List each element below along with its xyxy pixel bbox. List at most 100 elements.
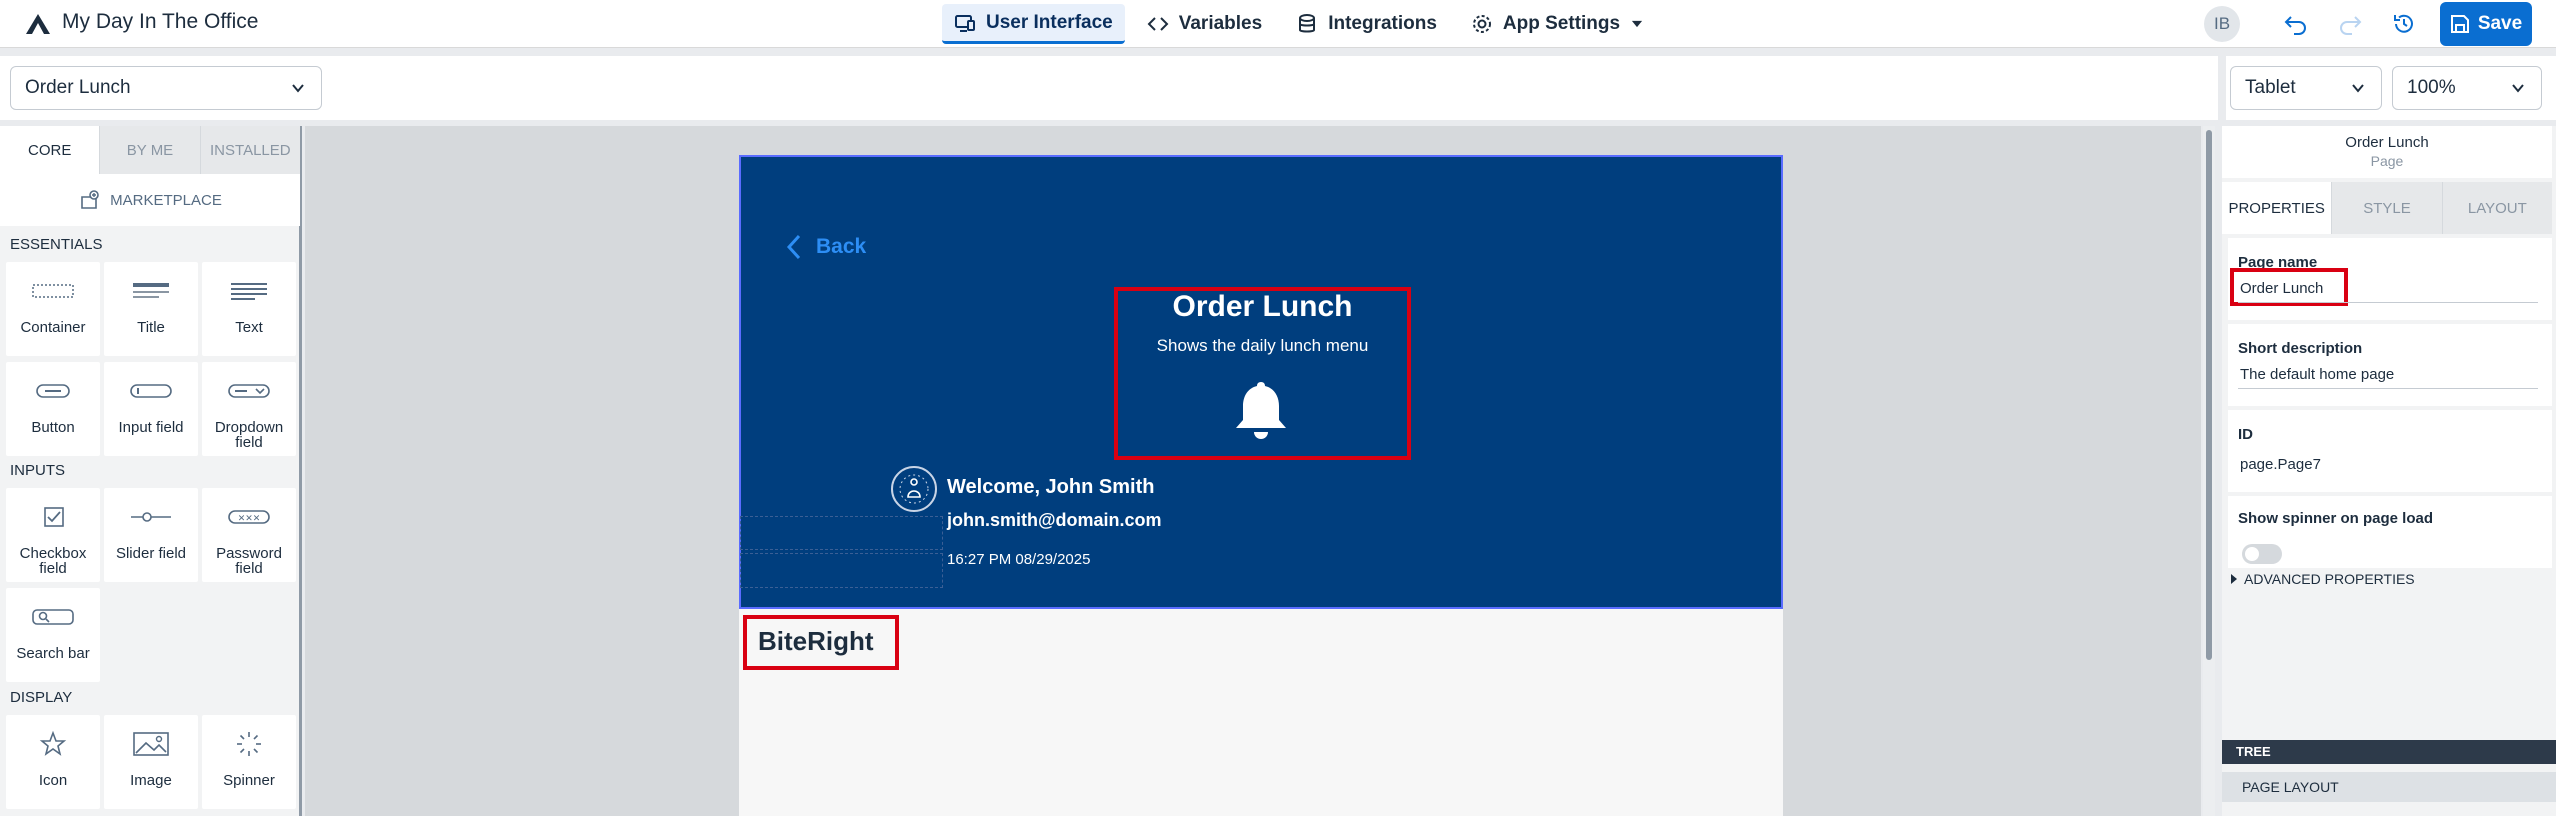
marketplace-link[interactable]: MARKETPLACE — [0, 174, 300, 226]
caret-right-icon — [2231, 574, 2237, 584]
zoom-select-value: 100% — [2407, 77, 2456, 98]
component-checkbox-field[interactable]: Checkbox field — [6, 488, 100, 582]
short-description-field[interactable]: The default home page — [2240, 366, 2394, 383]
component-spinner[interactable]: Spinner — [202, 715, 296, 809]
monitor-icon — [955, 14, 975, 32]
password-field-icon: ✕✕✕ — [228, 510, 270, 524]
spinner-card: Show spinner on page load — [2228, 496, 2552, 568]
section-essentials: ESSENTIALS — [10, 236, 103, 253]
tab-properties[interactable]: PROPERTIES — [2222, 182, 2332, 234]
page-name-card: Page name Order Lunch — [2228, 238, 2552, 320]
component-label: Icon — [38, 772, 68, 789]
component-label: Password field — [216, 545, 282, 577]
tab-app-settings[interactable]: App Settings — [1459, 4, 1656, 44]
placeholder-container[interactable] — [740, 553, 943, 588]
tab-variables[interactable]: Variables — [1135, 4, 1274, 44]
section-inputs: INPUTS — [10, 462, 66, 479]
person-icon — [899, 474, 929, 504]
tab-by-me[interactable]: BY ME — [99, 126, 200, 174]
button-icon — [36, 384, 70, 398]
component-dropdown-field[interactable]: Dropdown field — [202, 362, 296, 456]
hero-title[interactable]: Order Lunch — [1114, 290, 1411, 324]
advanced-properties-toggle[interactable]: ADVANCED PROPERTIES — [2230, 571, 2415, 587]
tab-installed[interactable]: INSTALLED — [199, 126, 300, 174]
component-label: Slider field — [115, 545, 187, 562]
top-bar: My Day In The Office User Interface Vari… — [0, 0, 2556, 48]
tab-integrations[interactable]: Integrations — [1284, 4, 1449, 44]
device-select[interactable]: Tablet — [2230, 66, 2382, 110]
page-layout-item[interactable]: PAGE LAYOUT — [2222, 772, 2556, 802]
tab-core[interactable]: CORE — [0, 126, 100, 174]
selected-element-type: Page — [2370, 153, 2404, 169]
properties-panel: Order Lunch Page PROPERTIES STYLE LAYOUT… — [2222, 126, 2556, 816]
database-icon — [1299, 14, 1316, 33]
toolbar-divider — [2218, 56, 2226, 120]
chevron-left-icon — [786, 234, 801, 260]
tab-app-settings-label: App Settings — [1502, 13, 1621, 34]
bell-icon[interactable] — [1228, 378, 1294, 444]
marketplace-icon — [81, 190, 99, 209]
code-icon — [1147, 17, 1169, 31]
container-icon — [32, 284, 74, 298]
text-icon — [231, 283, 267, 300]
biteright-title[interactable]: BiteRight — [758, 626, 874, 657]
redo-button[interactable] — [2336, 10, 2364, 38]
user-profile-icon[interactable] — [891, 466, 937, 512]
undo-icon — [2284, 16, 2306, 35]
tab-style[interactable]: STYLE — [2331, 182, 2442, 234]
component-title[interactable]: Title — [104, 262, 198, 356]
device-select-value: Tablet — [2245, 77, 2296, 98]
selected-element-name: Order Lunch — [2345, 134, 2429, 151]
history-button[interactable] — [2390, 10, 2418, 38]
tab-variables-label: Variables — [1178, 13, 1263, 34]
component-icon[interactable]: Icon — [6, 715, 100, 809]
chevron-down-icon — [2512, 84, 2524, 93]
scrollbar-thumb[interactable] — [2206, 130, 2212, 660]
history-icon — [2394, 14, 2413, 33]
id-value[interactable]: page.Page7 — [2240, 456, 2321, 473]
undo-button[interactable] — [2282, 10, 2310, 38]
welcome-text[interactable]: Welcome, John Smith — [947, 476, 1154, 499]
component-input-field[interactable]: Input field — [104, 362, 198, 456]
component-label: Button — [31, 419, 75, 436]
svg-text:✕✕✕: ✕✕✕ — [238, 514, 261, 524]
search-bar-icon — [32, 609, 74, 625]
section-display: DISPLAY — [10, 689, 73, 706]
component-slider-field[interactable]: Slider field — [104, 488, 198, 582]
component-label: Search bar — [16, 645, 90, 662]
tab-layout[interactable]: LAYOUT — [2441, 182, 2552, 234]
tab-user-interface[interactable]: User Interface — [942, 4, 1125, 44]
field-underline — [2238, 302, 2538, 303]
component-label: Container — [20, 319, 86, 336]
main-nav: User Interface Variables Integrations Ap… — [942, 4, 1656, 44]
back-link[interactable]: Back — [786, 234, 866, 260]
component-label: Input field — [118, 419, 184, 436]
component-container[interactable]: Container — [6, 262, 100, 356]
advanced-properties-label: ADVANCED PROPERTIES — [2244, 571, 2415, 587]
spinner-toggle[interactable] — [2242, 544, 2282, 564]
title-icon — [133, 283, 169, 298]
user-email[interactable]: john.smith@domain.com — [947, 510, 1162, 531]
placeholder-container[interactable] — [740, 516, 943, 550]
slider-icon — [131, 512, 171, 522]
component-image[interactable]: Image — [104, 715, 198, 809]
chevron-down-icon — [292, 84, 304, 93]
date-time[interactable]: 16:27 PM 08/29/2025 — [947, 551, 1090, 568]
short-description-label: Short description — [2238, 340, 2363, 357]
app-logo-icon[interactable] — [24, 12, 52, 36]
component-password-field[interactable]: ✕✕✕ Password field — [202, 488, 296, 582]
save-button[interactable]: Save — [2440, 2, 2532, 46]
avatar[interactable]: IB — [2204, 6, 2240, 42]
component-label: Spinner — [223, 772, 275, 789]
hero-subtitle[interactable]: Shows the daily lunch menu — [1114, 336, 1411, 356]
component-button[interactable]: Button — [6, 362, 100, 456]
floppy-disk-icon — [2450, 15, 2469, 33]
zoom-select[interactable]: 100% — [2392, 66, 2542, 110]
component-label: Text — [235, 319, 263, 336]
tree-header[interactable]: TREE — [2222, 740, 2556, 764]
page-select[interactable]: Order Lunch — [10, 66, 322, 110]
component-text[interactable]: Text — [202, 262, 296, 356]
component-label: Checkbox field — [19, 545, 87, 577]
component-search-bar[interactable]: Search bar — [6, 588, 100, 682]
canvas-scrollbar[interactable] — [2203, 126, 2215, 816]
